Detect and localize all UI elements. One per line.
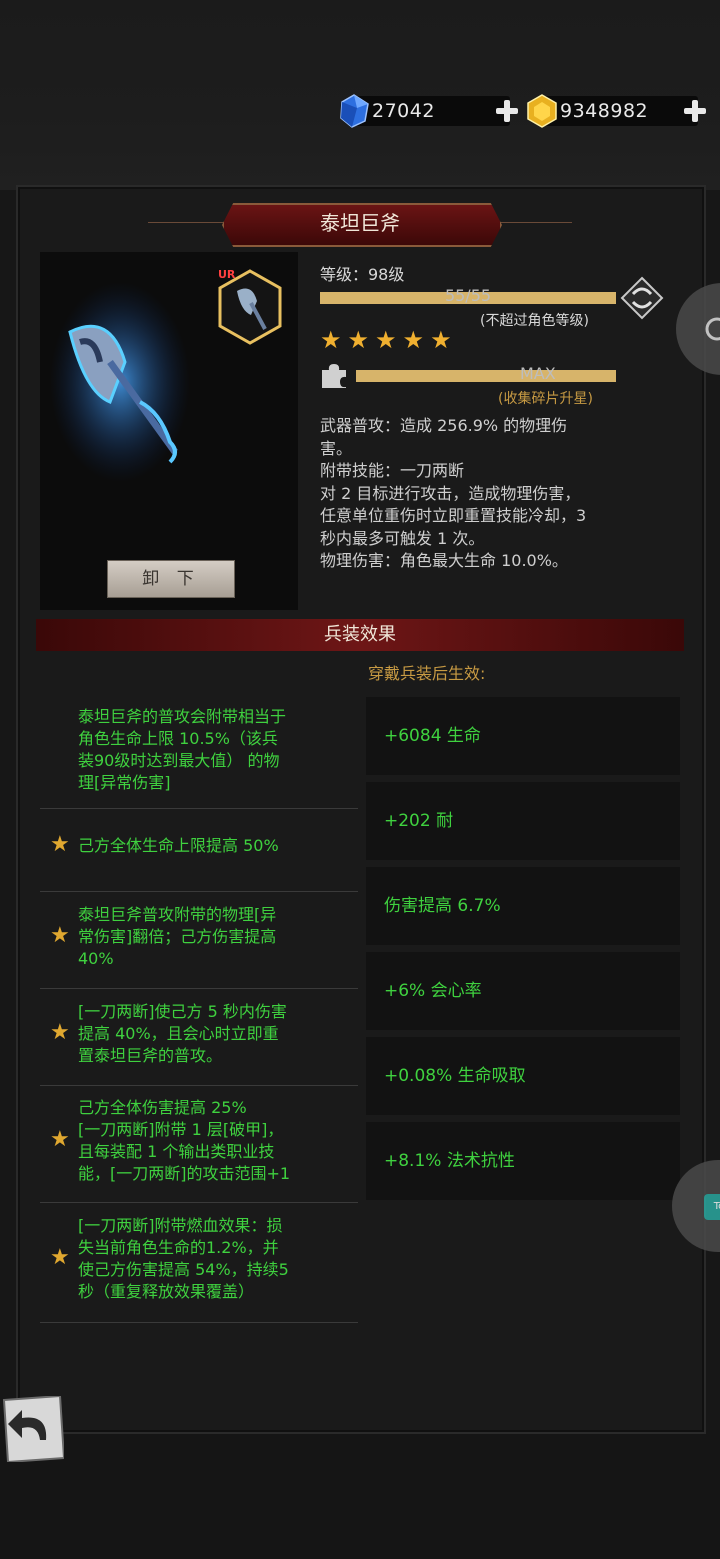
desc-line: 任意单位重伤时立即重置技能冷却，3 xyxy=(320,506,587,525)
effect-star-icon: ★ xyxy=(50,831,70,857)
effect-text: 泰坦巨斧普攻附带的物理[异 常伤害]翻倍；己方伤害提高 40% xyxy=(78,905,277,968)
stat-box: +202 耐 xyxy=(366,782,680,860)
desc-line: 对 2 目标进行攻击，造成物理伤害， xyxy=(320,483,581,503)
shard-text: MAX xyxy=(520,364,556,383)
effect-star-icon: ★ xyxy=(50,923,70,948)
gold-value: 9348982 xyxy=(560,100,649,122)
effect-row: [一刀两断]使己方 5 秒内伤害 提高 40%，且会心时立即重 置泰坦巨斧的普攻… xyxy=(40,990,358,1078)
title-divider-right xyxy=(496,222,572,223)
stat-text: +6% 会心率 xyxy=(384,981,482,1001)
effect-row: 泰坦巨斧的普攻会附带相当于 角色生命上限 10.5%（该兵 装90级时达到最大值… xyxy=(40,700,358,800)
item-name: 泰坦巨斧 xyxy=(320,211,400,235)
effect-text: [一刀两断]使己方 5 秒内伤害 提高 40%，且会心时立即重 置泰坦巨斧的普攻… xyxy=(78,1002,287,1065)
effect-star-icon: ★ xyxy=(50,1127,70,1152)
side-tab-label: To xyxy=(704,1194,720,1220)
shard-note: (收集碎片升星) xyxy=(498,391,593,407)
effect-divider xyxy=(40,891,358,892)
stat-text: +0.08% 生命吸取 xyxy=(384,1066,526,1086)
stat-box: +0.08% 生命吸取 xyxy=(366,1037,680,1115)
stat-text: +6084 生命 xyxy=(384,726,481,746)
effect-row: 己方全体伤害提高 25% [一刀两断]附带 1 层[破甲]， 且每装配 1 个输… xyxy=(40,1087,358,1195)
effect-divider xyxy=(40,1085,358,1086)
effect-star-icon: ★ xyxy=(50,1245,70,1270)
gem-counter: 27042 xyxy=(350,96,510,126)
exp-text: 55/55 xyxy=(444,286,492,305)
stat-text: 伤害提高 6.7% xyxy=(384,896,501,916)
bottom-background xyxy=(0,1430,720,1559)
stat-box: 伤害提高 6.7% xyxy=(366,867,680,945)
effects-title: 兵装效果 xyxy=(324,624,396,645)
effect-divider xyxy=(40,988,358,989)
side-tab-icon xyxy=(705,317,720,341)
effect-text: 己方全体生命上限提高 50% xyxy=(78,835,279,855)
level-label: 等级：98级 xyxy=(320,265,405,284)
desc-line: 秒内最多可触发 1 次。 xyxy=(320,528,485,548)
effect-divider xyxy=(40,1202,358,1203)
add-gold-button[interactable] xyxy=(682,98,708,124)
desc-line: 物理伤害：角色最大生命 10.0%。 xyxy=(320,551,568,570)
swap-icon[interactable] xyxy=(620,276,664,320)
add-gems-button[interactable] xyxy=(494,98,520,124)
exp-note: (不超过角色等级) xyxy=(480,313,589,329)
stat-box: +8.1% 法术抗性 xyxy=(366,1122,680,1200)
stat-box: +6084 生命 xyxy=(366,697,680,775)
gold-counter: 9348982 xyxy=(540,96,698,126)
puzzle-icon xyxy=(322,364,346,388)
effect-row: 己方全体生命上限提高 50% ★ xyxy=(40,808,358,883)
back-arrow-icon[interactable] xyxy=(0,1396,64,1462)
effect-row: [一刀两断]附带燃血效果：损 失当前角色生命的1.2%，并 使己方伤害提高 54… xyxy=(40,1204,358,1314)
stat-box: +6% 会心率 xyxy=(366,952,680,1030)
effect-text: [一刀两断]附带燃血效果：损 失当前角色生命的1.2%，并 使己方伤害提高 54… xyxy=(78,1216,289,1301)
gold-gem-icon xyxy=(527,94,557,128)
stat-text: +202 耐 xyxy=(384,811,454,831)
blue-gem-icon xyxy=(340,94,369,128)
gem-value: 27042 xyxy=(372,100,435,122)
unequip-button[interactable]: 卸 下 xyxy=(107,560,235,598)
star-rating: ★★★★★ xyxy=(320,326,458,354)
item-description: 武器普攻：造成 256.9% 的物理伤 害。 附带技能：一刀两断 对 2 目标进… xyxy=(320,415,680,573)
effect-row: 泰坦巨斧普攻附带的物理[异 常伤害]翻倍；己方伤害提高 40% ★ xyxy=(40,893,358,981)
effects-subtitle: 穿戴兵装后生效: xyxy=(368,664,486,683)
effect-text: 己方全体伤害提高 25% [一刀两断]附带 1 层[破甲]， 且每装配 1 个输… xyxy=(78,1098,291,1183)
desc-line: 害。 xyxy=(320,438,353,458)
rarity-badge: UR xyxy=(218,268,236,281)
effect-divider xyxy=(40,1322,358,1323)
effect-text: 泰坦巨斧的普攻会附带相当于 角色生命上限 10.5%（该兵 装90级时达到最大值… xyxy=(78,707,287,792)
title-divider-left xyxy=(148,222,224,223)
desc-line: 附带技能：一刀两断 xyxy=(320,461,465,480)
desc-line: 武器普攻：造成 256.9% 的物理伤 xyxy=(320,416,568,435)
effect-star-icon: ★ xyxy=(50,1020,70,1045)
stat-text: +8.1% 法术抗性 xyxy=(384,1151,515,1171)
